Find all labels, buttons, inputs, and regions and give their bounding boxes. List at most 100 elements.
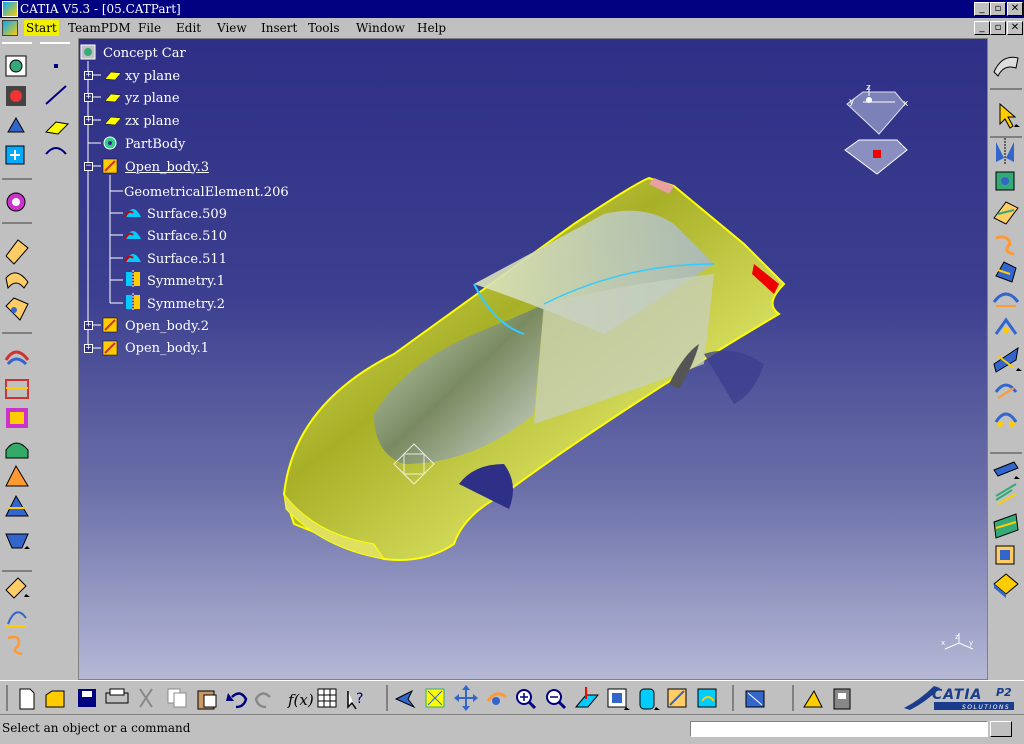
measure-icon[interactable] [803, 689, 823, 708]
tree-node-partbody[interactable]: PartBody [125, 134, 185, 154]
sketcher-icon[interactable] [993, 56, 1019, 77]
undo-icon[interactable] [226, 692, 248, 709]
table-icon[interactable] [317, 688, 337, 708]
tree-node-surface-509[interactable]: Surface.509 [147, 204, 227, 224]
material-tool-icon[interactable] [993, 573, 1019, 598]
compass-widget[interactable]: z y x [839, 84, 919, 184]
save-icon[interactable] [78, 689, 96, 707]
tree-node-xy-plane[interactable]: xy plane [125, 66, 180, 86]
split-surface-icon[interactable] [5, 494, 29, 517]
shading-tool-icon[interactable] [995, 545, 1015, 565]
spline-tool-icon[interactable] [5, 55, 27, 77]
menu-edit[interactable]: Edit [174, 20, 203, 36]
symmetry-tool-icon[interactable] [996, 138, 1014, 164]
extrapolate-tool-icon[interactable] [995, 235, 1015, 256]
menu-teampdm[interactable]: TeamPDM [66, 20, 133, 36]
blend-surface-icon[interactable] [4, 350, 30, 366]
multi-view-icon[interactable] [607, 688, 630, 710]
fill-surface-icon[interactable] [5, 297, 29, 321]
offset-surface-icon[interactable] [5, 442, 29, 459]
fillet-surface-icon[interactable] [5, 533, 30, 549]
surface-revolve-icon[interactable] [7, 116, 25, 133]
boundary-tool-icon[interactable] [992, 292, 1020, 307]
compass-handle[interactable] [873, 150, 881, 158]
new-file-icon[interactable] [19, 688, 35, 710]
sketch-mode-icon[interactable] [745, 690, 765, 708]
3d-viewport[interactable]: + + + − + + Concept Car xy plane yz plan… [78, 38, 988, 680]
menu-insert[interactable]: Insert [259, 20, 299, 36]
pattern-tool-icon[interactable] [6, 192, 26, 212]
catalog-icon[interactable] [833, 688, 851, 710]
zoom-in-icon[interactable] [516, 689, 537, 710]
trim-surface-icon[interactable] [5, 464, 29, 487]
translate-tool-icon[interactable] [995, 171, 1015, 191]
formula-icon[interactable]: f(x) [287, 691, 314, 709]
fly-mode-icon[interactable] [394, 689, 416, 709]
connect-curve-icon[interactable] [7, 635, 23, 656]
paste-icon[interactable] [197, 690, 217, 710]
normal-view-icon[interactable] [574, 687, 600, 708]
sweep-surface-icon[interactable] [5, 272, 29, 290]
expand-toggle[interactable]: + [84, 321, 93, 330]
plane-icon[interactable] [44, 121, 70, 135]
tree-node-symmetry-1[interactable]: Symmetry.1 [147, 271, 225, 291]
pan-icon[interactable] [454, 685, 478, 711]
expand-toggle[interactable]: + [84, 71, 93, 80]
cut-icon[interactable] [139, 688, 153, 708]
fit-all-icon[interactable] [425, 688, 445, 708]
power-input-field[interactable] [690, 721, 988, 737]
doc-close-button[interactable]: ✕ [1007, 21, 1023, 35]
extrude-surface-icon[interactable] [5, 239, 29, 265]
menu-start[interactable]: Start [24, 20, 59, 36]
menu-help[interactable]: Help [415, 20, 448, 36]
analysis-tool-icon[interactable] [993, 461, 1020, 479]
projection-tool-icon[interactable] [994, 383, 1018, 399]
car-surface-model[interactable] [274, 164, 804, 604]
tree-node-open-body-1[interactable]: Open_body.1 [125, 338, 209, 358]
tree-node-zx-plane[interactable]: zx plane [125, 111, 180, 131]
zoom-out-icon[interactable] [546, 689, 567, 710]
open-folder-icon[interactable] [45, 690, 65, 708]
copy-icon[interactable] [167, 688, 187, 708]
loft-surface-icon[interactable] [5, 379, 29, 399]
catia-app-icon[interactable] [2, 1, 18, 17]
menu-window[interactable]: Window [354, 20, 407, 36]
redo-icon[interactable] [254, 692, 271, 709]
expand-toggle[interactable]: + [84, 93, 93, 102]
tree-node-open-body-3[interactable]: Open_body.3 [125, 157, 209, 177]
document-icon[interactable] [2, 20, 18, 36]
corner-curve-icon[interactable] [6, 611, 27, 627]
swap-space-icon[interactable] [697, 688, 717, 708]
point-icon[interactable] [54, 64, 58, 68]
select-icon[interactable] [999, 102, 1020, 129]
tree-root[interactable]: Concept Car [103, 43, 186, 63]
tree-node-geometrical-element[interactable]: GeometricalElement.206 [124, 182, 289, 202]
power-input-button[interactable] [990, 721, 1012, 737]
healing-tool-icon[interactable] [995, 261, 1017, 283]
join-tool-icon[interactable] [993, 201, 1019, 225]
hide-show-icon[interactable] [667, 688, 687, 708]
extract-tool-icon[interactable] [994, 317, 1018, 335]
curvature-tool-icon[interactable] [995, 483, 1017, 505]
close-button[interactable]: ✕ [1007, 2, 1023, 16]
tree-node-surface-510[interactable]: Surface.510 [147, 226, 227, 246]
minimize-button[interactable]: _ [974, 2, 990, 16]
tree-node-yz-plane[interactable]: yz plane [125, 88, 180, 108]
print-icon[interactable] [105, 688, 129, 704]
tree-node-open-body-2[interactable]: Open_body.2 [125, 316, 209, 336]
maximize-button[interactable]: ▫ [990, 2, 1006, 16]
curve-tool-icon[interactable] [5, 577, 30, 599]
tree-node-surface-511[interactable]: Surface.511 [147, 249, 227, 269]
menu-tools[interactable]: Tools [306, 20, 342, 36]
multi-section-icon[interactable] [6, 408, 28, 428]
doc-minimize-button[interactable]: _ [974, 21, 990, 35]
collapse-toggle[interactable]: − [84, 162, 93, 171]
circle-icon[interactable] [45, 147, 67, 155]
menu-file[interactable]: File [136, 20, 163, 36]
line-icon[interactable] [45, 85, 67, 105]
menu-view[interactable]: View [215, 20, 249, 36]
point-tool-icon[interactable] [5, 145, 25, 165]
intersection-tool-icon[interactable] [993, 346, 1022, 373]
sketch-tool-icon[interactable] [6, 86, 26, 106]
rotate-tool-icon[interactable] [994, 412, 1018, 427]
